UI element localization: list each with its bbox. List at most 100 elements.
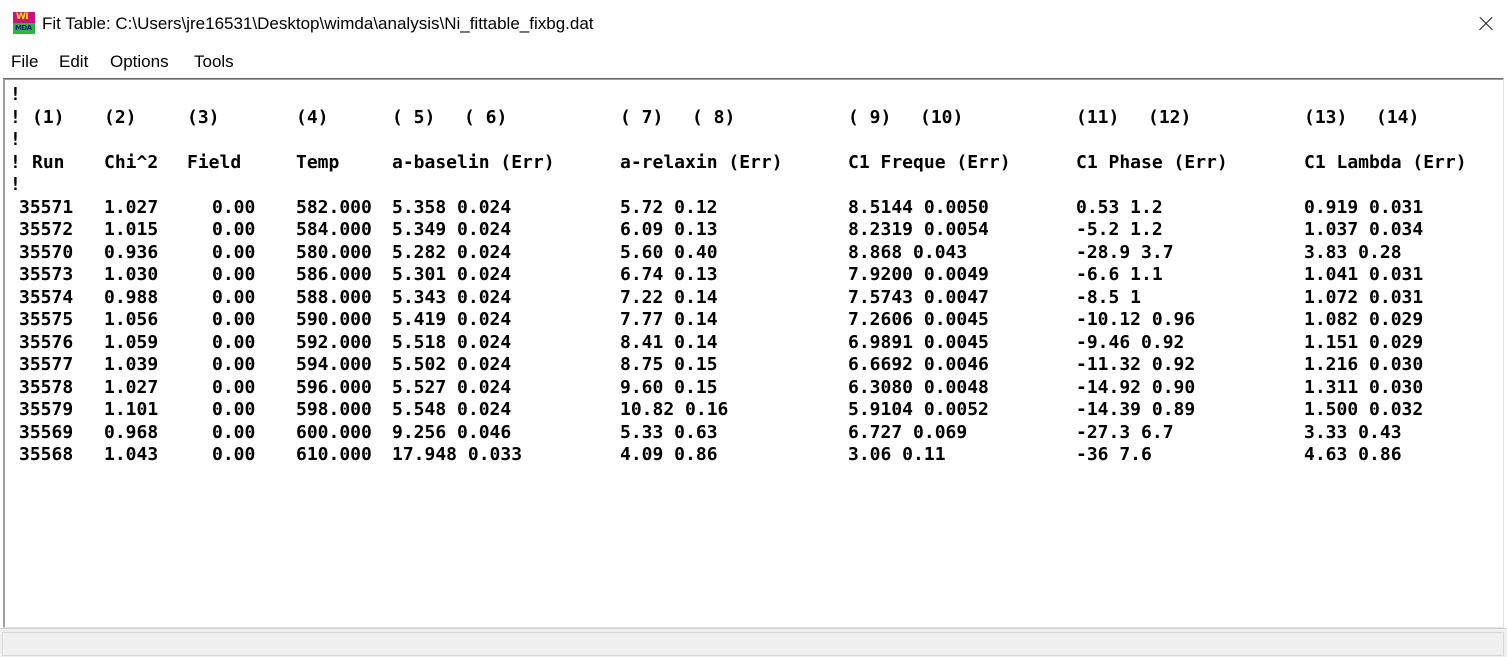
fit-table-text-area[interactable]: !! (1) (2) (3) (4) ( 5) ( 6) ( 7) ( 8) ( 9) (10) (1… (3, 78, 1504, 628)
close-icon[interactable] (1461, 0, 1507, 48)
table-cell: 9.60 0.15 (620, 376, 718, 398)
menu-tools[interactable]: Tools (194, 52, 234, 72)
table-cell: 5.502 0.024 (392, 354, 512, 375)
column-number: ( 5) (392, 106, 436, 128)
table-row: 35575 1.056 0.00 590.000 5.419 0.024 7.77 0.1… (5, 309, 1500, 332)
table-row: 35573 1.030 0.00 586.000 5.301 0.024 6.74 0.1… (5, 264, 1500, 287)
comment-marker: ! (10, 106, 21, 128)
column-number: (2) (104, 106, 137, 128)
table-cell: 5.9104 0.0052 (848, 399, 989, 420)
table-cell: 7.5743 0.0047 (848, 286, 989, 308)
table-cell: 6.09 0.13 (620, 219, 718, 240)
menu-options[interactable]: Options (110, 52, 169, 72)
column-number: (14) (1376, 106, 1420, 128)
table-cell: 0.988 (104, 286, 159, 308)
column-header: Run (32, 151, 65, 173)
table-cell: 5.419 0.024 (392, 309, 512, 330)
comment-line: ! (5, 129, 1500, 152)
table-cell: 5.33 0.63 (620, 421, 718, 443)
table-cell: 4.09 0.86 (620, 444, 718, 465)
table-cell: -6.6 1.1 (1076, 264, 1163, 285)
column-header: C1 Lambda (Err) (1304, 151, 1467, 173)
table-cell: 598.000 (296, 399, 372, 420)
table-cell: 1.082 0.029 (1304, 309, 1424, 330)
table-cell: 588.000 (296, 286, 372, 308)
table-cell: 6.6692 0.0046 (848, 354, 989, 375)
table-cell: 1.072 0.031 (1304, 286, 1424, 308)
table-cell: 8.5144 0.0050 (848, 196, 989, 218)
table-cell: 584.000 (296, 219, 372, 240)
table-cell: 9.256 0.046 (392, 421, 512, 443)
column-number: ( 6) (464, 106, 508, 128)
column-number: ( 9) (848, 106, 892, 128)
table-cell: 1.037 0.034 (1304, 219, 1424, 240)
column-header: Temp (296, 151, 340, 173)
column-number: ( 7) (620, 106, 664, 128)
table-cell: 1.101 (104, 399, 159, 420)
comment-marker: ! (10, 174, 21, 195)
table-cell: 586.000 (296, 264, 372, 285)
wimda-app-icon[interactable]: WI MDA (13, 12, 35, 34)
table-cell: -36 7.6 (1076, 444, 1152, 465)
table-cell: 1.041 0.031 (1304, 264, 1424, 285)
table-cell: 0.00 (212, 241, 256, 263)
menu-file[interactable]: File (11, 52, 38, 72)
table-cell: -10.12 0.96 (1076, 309, 1196, 330)
table-cell: -28.9 3.7 (1076, 241, 1174, 263)
table-row: 35572 1.015 0.00 584.000 5.349 0.024 6.09 0.1… (5, 219, 1500, 242)
column-number: (13) (1304, 106, 1348, 128)
table-cell: 35576 (19, 331, 74, 353)
table-row: 35576 1.059 0.00 592.000 5.518 0.024 8.41 0.1… (5, 332, 1500, 355)
table-cell: 35569 (19, 421, 74, 443)
table-cell: 1.039 (104, 354, 159, 375)
table-cell: 35571 (19, 196, 74, 218)
column-number: (10) (920, 106, 964, 128)
table-cell: 3.83 0.28 (1304, 241, 1402, 263)
table-cell: 3.06 0.11 (848, 444, 946, 465)
table-cell: 1.043 (104, 444, 159, 465)
column-number: ( 8) (692, 106, 736, 128)
title-bar: WI MDA Fit Table: C:\Users\jre16531\Deskt… (0, 0, 1507, 48)
column-header: C1 Phase (Err) (1076, 151, 1228, 173)
table-cell: 1.151 0.029 (1304, 331, 1424, 353)
table-cell: -27.3 6.7 (1076, 421, 1174, 443)
column-header: C1 Freque (Err) (848, 151, 1011, 173)
table-cell: 0.00 (212, 399, 256, 420)
table-cell: 1.027 (104, 376, 159, 398)
table-cell: 0.53 1.2 (1076, 196, 1163, 218)
table-cell: 592.000 (296, 331, 372, 353)
table-cell: 5.343 0.024 (392, 286, 512, 308)
table-row: 35570 0.936 0.00 580.000 5.282 0.024 5.60 0.4… (5, 242, 1500, 265)
table-row: 35578 1.027 0.00 596.000 5.527 0.024 9.60 0.1… (5, 377, 1500, 400)
table-cell: -11.32 0.92 (1076, 354, 1196, 375)
table-cell: 596.000 (296, 376, 372, 398)
table-cell: 35579 (19, 399, 74, 420)
table-cell: -14.39 0.89 (1076, 399, 1196, 420)
comment-line: ! (5, 84, 1500, 107)
table-cell: 0.00 (212, 264, 256, 285)
table-cell: 35575 (19, 309, 74, 330)
table-cell: 1.216 0.030 (1304, 354, 1424, 375)
table-cell: 0.968 (104, 421, 159, 443)
table-row: 35577 1.039 0.00 594.000 5.502 0.024 8.75 0.1… (5, 354, 1500, 377)
column-header: Field (187, 151, 242, 173)
menu-edit[interactable]: Edit (59, 52, 88, 72)
table-cell: 0.00 (212, 376, 256, 398)
table-cell: 35578 (19, 376, 74, 398)
table-cell: 6.9891 0.0045 (848, 331, 989, 353)
column-number-row: ! (1) (2) (3) (4) ( 5) ( 6) ( 7) ( 8) ( 9) (10) (11… (5, 107, 1500, 130)
table-cell: 35568 (19, 444, 74, 465)
table-cell: 0.00 (212, 354, 256, 375)
table-cell: 8.868 0.043 (848, 241, 968, 263)
table-cell: 582.000 (296, 196, 372, 218)
table-cell: 7.2606 0.0045 (848, 309, 989, 330)
table-cell: 35577 (19, 354, 74, 375)
table-cell: 35574 (19, 286, 74, 308)
table-cell: 17.948 0.033 (392, 444, 523, 465)
table-cell: 8.2319 0.0054 (848, 219, 989, 240)
table-cell: 4.63 0.86 (1304, 444, 1402, 465)
table-cell: 5.72 0.12 (620, 196, 718, 218)
window-title: Fit Table: C:\Users\jre16531\Desktop\wim… (42, 14, 594, 33)
table-cell: 35573 (19, 264, 74, 285)
column-number: (1) (32, 106, 65, 128)
